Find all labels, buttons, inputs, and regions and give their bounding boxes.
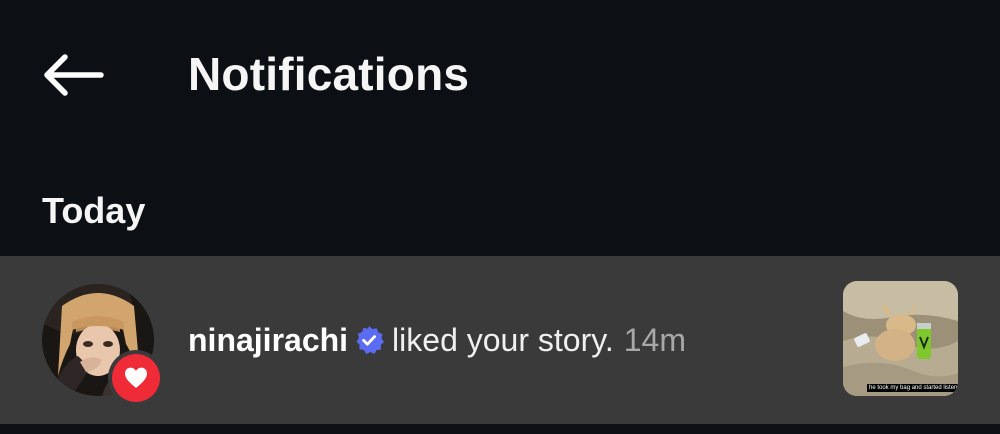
heart-icon [125,367,147,388]
section-header-today: Today [42,190,146,231]
like-badge [112,354,160,402]
verified-badge-icon [356,326,385,354]
timestamp: 14m [623,322,686,358]
divider [0,424,1000,434]
username-link[interactable]: ninajirachi [188,318,348,362]
notification-text: ninajirachi liked your story. 14m [188,318,686,362]
arrow-left-icon [44,54,104,96]
avatar-container[interactable] [42,284,160,402]
notification-row[interactable]: ninajirachi liked your story. 14m he too… [0,256,1000,424]
page-title: Notifications [188,48,470,100]
notification-action: liked your story. [392,322,614,358]
story-thumbnail[interactable]: he took my bag and started listening to [843,281,958,396]
back-button[interactable] [38,46,108,104]
thumbnail-caption: he took my bag and started listening to [867,384,958,392]
header: Notifications [0,0,1000,150]
